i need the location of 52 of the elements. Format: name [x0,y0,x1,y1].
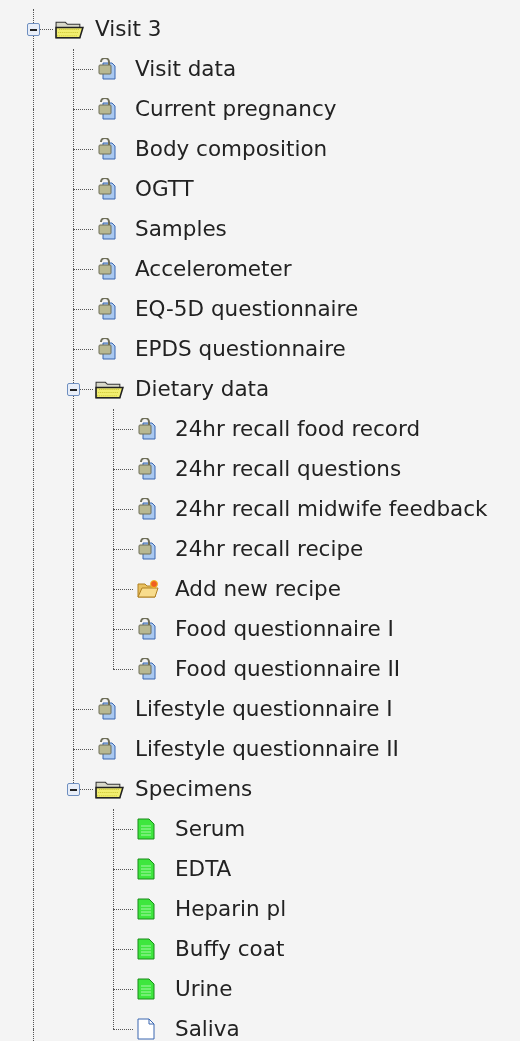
tree-item-label[interactable]: 24hr recall questions [175,452,402,486]
locked-document-icon [97,338,117,360]
filled-document-icon [137,858,155,880]
locked-document-icon [97,98,117,120]
locked-document-icon [137,618,157,640]
tree-item-label[interactable]: Body composition [135,132,328,166]
locked-document-icon [97,258,117,280]
locked-document-icon [137,498,157,520]
filled-document-icon [137,898,155,920]
locked-document-icon [137,458,157,480]
tree-item-label[interactable]: 24hr recall recipe [175,532,364,566]
locked-document-icon [137,418,157,440]
locked-document-icon [97,58,117,80]
folder-label[interactable]: Specimens [135,772,253,806]
expand-toggle[interactable] [67,383,80,396]
tree-item-label[interactable]: OGTT [135,172,194,206]
tree-item-label[interactable]: EDTA [175,852,232,886]
tree-item-label[interactable]: Current pregnancy [135,92,337,126]
tree-item-label[interactable]: Food questionnaire I [175,612,394,646]
locked-document-icon [137,538,157,560]
filled-document-icon [137,978,155,1000]
tree-item-label[interactable]: Add new recipe [175,572,341,606]
locked-document-icon [97,738,117,760]
locked-document-icon [137,658,157,680]
blank-document-icon [137,1018,155,1040]
tree-item-label[interactable]: Lifestyle questionnaire I [135,692,393,726]
tree-item-label[interactable]: Accelerometer [135,252,292,286]
expand-toggle[interactable] [67,783,80,796]
tree-item-label[interactable]: Lifestyle questionnaire II [135,732,399,766]
tree-item-label[interactable]: Saliva [175,1012,240,1041]
tree-item-label[interactable]: Visit data [135,52,237,86]
folder-label[interactable]: Dietary data [135,372,270,406]
tree-item-label[interactable]: Heparin pl [175,892,287,926]
locked-document-icon [97,218,117,240]
tree-item-label[interactable]: EPDS questionnaire [135,332,346,366]
new-folder-icon [137,579,159,599]
tree-item-label[interactable]: Buffy coat [175,932,285,966]
locked-document-icon [97,298,117,320]
tree-item-label[interactable]: 24hr recall food record [175,412,421,446]
locked-document-icon [97,178,117,200]
expand-toggle[interactable] [27,23,40,36]
locked-document-icon [97,698,117,720]
tree-item-label[interactable]: Food questionnaire II [175,652,401,686]
filled-document-icon [137,938,155,960]
tree-item-label[interactable]: EQ-5D questionnaire [135,292,359,326]
locked-document-icon [97,138,117,160]
folder-label[interactable]: Visit 3 [95,12,162,46]
tree-item-label[interactable]: Serum [175,812,246,846]
tree-item-label[interactable]: 24hr recall midwife feedback [175,492,488,526]
tree-item-label[interactable]: Urine [175,972,233,1006]
filled-document-icon [137,818,155,840]
tree-item-label[interactable]: Samples [135,212,227,246]
